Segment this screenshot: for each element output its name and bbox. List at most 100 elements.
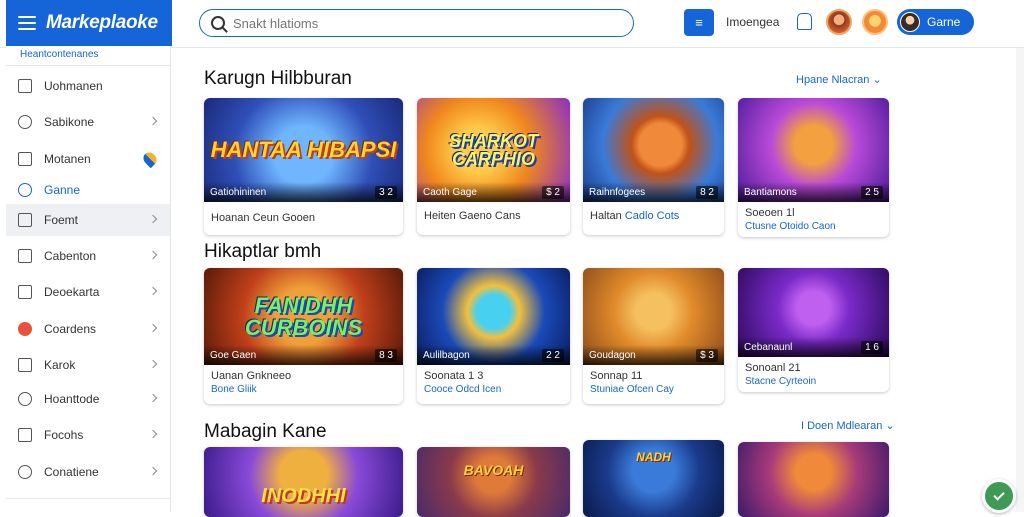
card-meta: Uanan Gnkneeo Bone Gliik	[204, 365, 403, 399]
sidebar-item-label: Cabenton	[44, 249, 97, 263]
chevron-right-icon	[148, 250, 158, 260]
chevron-down-icon: ⌄	[885, 420, 895, 432]
user-label: Garne	[927, 15, 961, 29]
user-button[interactable]: Garne	[897, 9, 974, 35]
game-thumbnail: SHARKOT CARPHIO Caoth Gage $ 2	[417, 98, 570, 202]
game-card[interactable]: Cebanaunl 1 6 Sonoanl 21 Stacne Cyrteoin	[738, 268, 889, 392]
avatar-one[interactable]	[826, 9, 852, 35]
card-count: $ 2	[542, 185, 564, 199]
sidebar-footer	[6, 498, 170, 512]
sidebar-item-label: Deoekarta	[44, 285, 100, 299]
see-more-label: Hpane Nlacran	[796, 74, 870, 86]
game-card[interactable]: Bantiamons 2 5 Soeoen 1l Ctusne Otoido Cao…	[738, 98, 889, 237]
sidebar-item-coardens[interactable]: Coardens	[6, 313, 170, 345]
chevron-right-icon	[148, 214, 158, 224]
menu-icon[interactable]	[18, 16, 36, 30]
card-badge: Gatiohininen	[210, 186, 267, 198]
game-card[interactable]: SHARKOT CARPHIO Caoth Gage $ 2 Heiten Gae…	[417, 98, 570, 235]
document-icon	[18, 285, 32, 299]
search-input[interactable]	[233, 15, 613, 31]
card-count: 3 2	[375, 185, 397, 199]
sidebar-item-motanen[interactable]: Motanen	[6, 143, 170, 175]
game-card[interactable]: Raihnfogees 8 2 Haltan Cadlo Cots	[583, 98, 724, 235]
game-thumbnail: Aulilbagon 2 2	[417, 268, 570, 365]
card-meta: Hoanan Ceun Gooen	[204, 202, 403, 228]
game-thumbnail	[738, 442, 889, 517]
game-card[interactable]	[738, 442, 889, 517]
sidebar-item-focohs[interactable]: Focohs	[6, 419, 170, 451]
avatar-two[interactable]	[862, 9, 888, 35]
game-card[interactable]: HANTAA HIBAPSI Gatiohininen 3 2 Hoanan Ce…	[204, 98, 403, 235]
game-card[interactable]: Goudagon $ 3 Sonnap 11 Stuniae Ofcen Cay	[583, 268, 724, 404]
sidebar-item-conatiene[interactable]: Conatiene	[6, 456, 170, 488]
game-thumbnail: INODHHI	[204, 447, 403, 517]
game-thumbnail: FANIDHH CURBOINS Goe Gaen 8 3	[204, 268, 403, 365]
sidebar-item-label: Hoanttode	[44, 392, 100, 406]
chevron-down-icon: ⌄	[872, 74, 882, 86]
card-count: 8 2	[696, 185, 718, 199]
game-thumbnail: Bantiamons 2 5	[738, 98, 889, 202]
game-card[interactable]: FANIDHH CURBOINS Goe Gaen 8 3 Uanan Gnkne…	[204, 268, 403, 404]
filter-icon: ≡	[695, 15, 703, 30]
bell-icon[interactable]	[797, 13, 812, 30]
card-subtitle: Cooce Odcd Icen	[424, 384, 502, 395]
game-logo: INODHHI	[261, 485, 346, 507]
card-subtitle: Stacne Cyrteoin	[745, 376, 817, 387]
sidebar-item-label: Focohs	[44, 428, 84, 442]
sidebar-item-hoanttode[interactable]: Hoanttode	[6, 383, 170, 415]
card-overlay: Caoth Gage $ 2	[417, 182, 570, 202]
card-title: Uanan Gnkneeo	[211, 370, 292, 382]
search-box[interactable]	[199, 9, 634, 37]
scrollbar[interactable]	[1016, 48, 1024, 512]
floating-action-button[interactable]	[982, 479, 1016, 513]
gamepad-icon	[18, 183, 32, 197]
home-icon	[18, 79, 32, 93]
settings-icon	[18, 465, 32, 479]
card-overlay: Goe Gaen 8 3	[204, 345, 403, 365]
sidebar-item-label: Ganne	[44, 183, 81, 197]
game-thumbnail: BAVOAH	[417, 447, 570, 517]
card-title: Haltan Cadlo Cots	[590, 210, 717, 222]
sidebar-item-foemt[interactable]: Foemt	[6, 204, 170, 236]
card-title: Hoanan Ceun Gooen	[211, 212, 315, 224]
chevron-right-icon	[148, 393, 158, 403]
sidebar-item-cabenton[interactable]: Cabenton	[6, 240, 170, 272]
game-logo: BAVOAH	[463, 462, 524, 478]
card-count: 8 3	[375, 348, 397, 362]
game-card[interactable]: BAVOAH	[417, 447, 570, 517]
card-overlay: Cebanaunl 1 6	[738, 337, 889, 357]
see-more-link[interactable]: I Doen Mdlearan ⌄	[801, 419, 895, 432]
search-icon	[211, 16, 225, 30]
card-overlay: Goudagon $ 3	[583, 345, 724, 365]
card-title: Sonoanl 21	[745, 362, 801, 374]
pin-icon	[140, 149, 160, 169]
game-card[interactable]: Aulilbagon 2 2 Soonata 1 3 Cooce Odcd Icen	[417, 268, 570, 404]
language-selector[interactable]: Imoengea	[726, 15, 779, 29]
box-icon	[18, 249, 32, 263]
card-title: Soonata 1 3	[424, 370, 484, 382]
sidebar-item-sabikone[interactable]: Sabikone	[6, 106, 170, 138]
game-logo: NADH	[636, 449, 671, 464]
sidebar-item-karok[interactable]: Karok	[6, 349, 170, 381]
game-thumbnail: Raihnfogees 8 2	[583, 98, 724, 202]
chevron-right-icon	[148, 286, 158, 296]
record-icon	[18, 322, 32, 336]
sidebar-item-label: Coardens	[44, 322, 97, 336]
brand-bar[interactable]: Markeplaoke	[6, 0, 172, 46]
sidebar-item-label: Uohmanen	[44, 79, 103, 93]
sidebar-item-label: Motanen	[44, 152, 91, 166]
filter-button[interactable]: ≡	[684, 9, 714, 36]
sidebar-item-ganne[interactable]: Ganne	[6, 178, 170, 202]
card-badge: Raihnfogees	[589, 186, 646, 198]
sidebar-item-deoekarta[interactable]: Deoekarta	[6, 276, 170, 308]
game-card[interactable]: NADH	[583, 440, 724, 517]
game-card[interactable]: INODHHI	[204, 447, 403, 517]
sidebar-item-uohmanen[interactable]: Uohmanen	[6, 70, 170, 102]
game-thumbnail: HANTAA HIBAPSI Gatiohininen 3 2	[204, 98, 403, 202]
card-subtitle: Ctusne Otoido Caon	[745, 221, 836, 232]
see-more-link[interactable]: Hpane Nlacran ⌄	[796, 73, 882, 86]
chevron-right-icon	[148, 116, 158, 126]
card-badge: Goe Gaen	[210, 349, 257, 361]
brand-title: Markeplaoke	[46, 12, 158, 33]
card-title-part: Haltan	[590, 210, 622, 222]
